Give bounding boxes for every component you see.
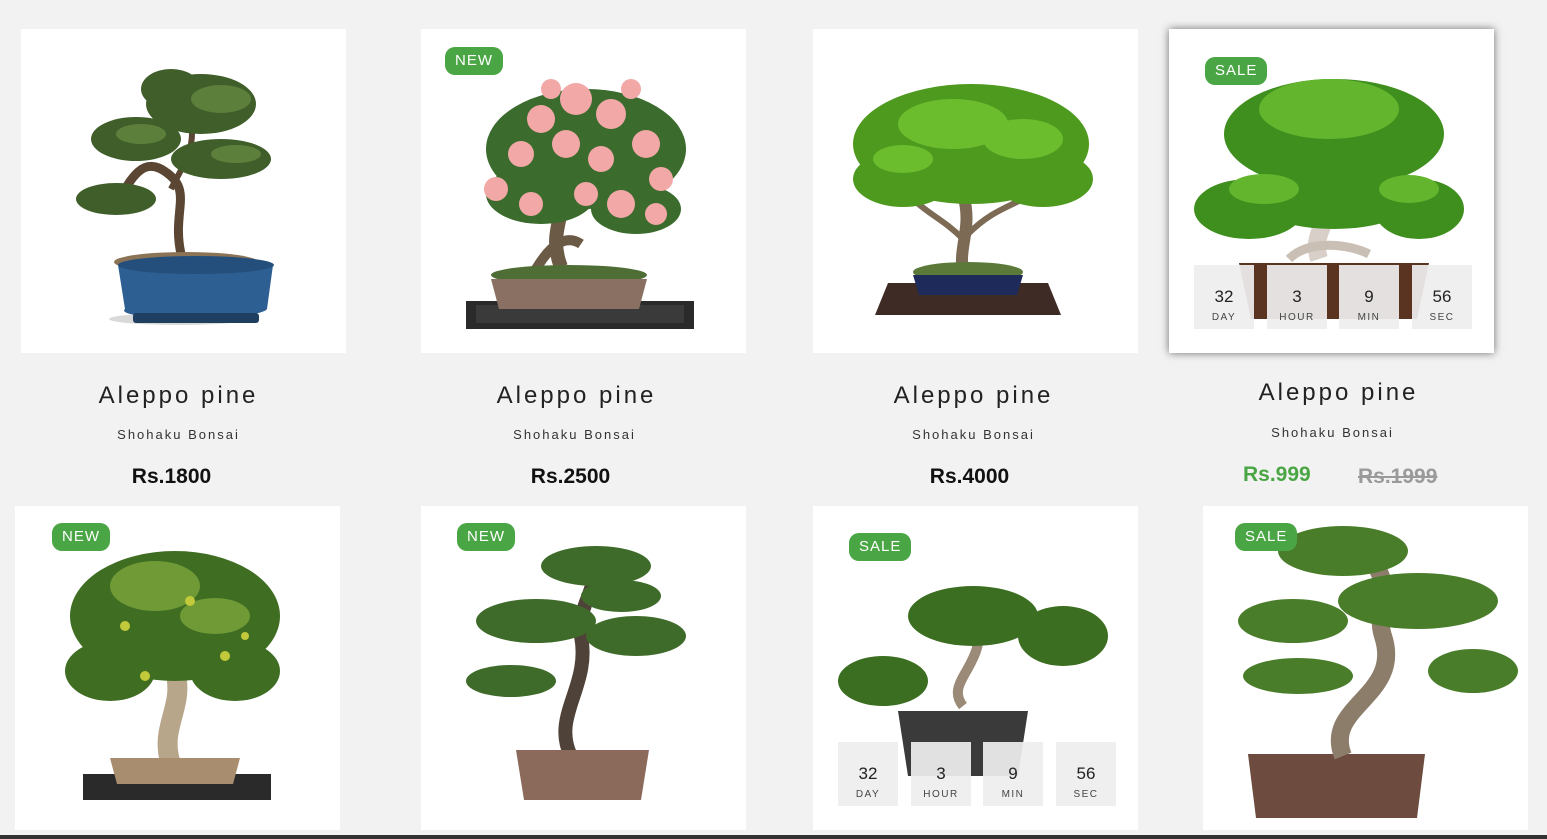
product-image-8[interactable]: SALE [1203, 506, 1528, 830]
sale-badge: SALE [849, 533, 912, 561]
countdown-day-value: 32 [858, 764, 878, 783]
product-brand-4: Shohaku Bonsai [1271, 425, 1394, 440]
sale-badge: SALE [1205, 57, 1268, 85]
countdown-min-label: MIN [1001, 789, 1025, 800]
new-badge: NEW [52, 523, 110, 551]
product-brand-2: Shohaku Bonsai [513, 427, 636, 442]
product-image-6[interactable]: NEW [421, 506, 746, 830]
bonsai-juniper-tall-icon [1238, 526, 1518, 818]
bonsai-ficus-icon [65, 551, 280, 800]
countdown-min-value: 9 [1364, 287, 1374, 306]
product-title-2[interactable]: Aleppo pine [414, 382, 739, 410]
product-title-4[interactable]: Aleppo pine [1176, 379, 1501, 407]
product-price-3: Rs.4000 [929, 465, 1010, 488]
countdown-hour-value: 3 [1292, 287, 1302, 306]
product-image-4[interactable]: SALE 32 DAY 3 HOUR 9 MIN 56 SEC [1169, 29, 1494, 353]
new-badge: NEW [457, 523, 515, 551]
countdown-day-label: DAY [855, 789, 881, 800]
product-image-5[interactable]: NEW [15, 506, 340, 830]
sale-badge: SALE [1235, 523, 1298, 551]
product-image-1[interactable] [21, 29, 346, 353]
product-image-7[interactable]: SALE 32 DAY 3 HOUR 9 MIN 56 SEC [813, 506, 1138, 830]
countdown-day: 32 DAY [1194, 265, 1254, 329]
countdown-sec-label: SEC [1073, 789, 1099, 800]
countdown-hour: 3 HOUR [1267, 265, 1327, 329]
countdown-hour-label: HOUR [1279, 312, 1315, 323]
new-badge: NEW [445, 47, 503, 75]
page-bottom-divider [0, 835, 1547, 839]
countdown-sec-value: 56 [1432, 287, 1452, 306]
countdown-day: 32 DAY [838, 742, 898, 806]
product-price-1: Rs.1800 [131, 465, 212, 488]
countdown-sec: 56 SEC [1412, 265, 1472, 329]
product-image-3[interactable] [813, 29, 1138, 353]
countdown-min: 9 MIN [1339, 265, 1399, 329]
countdown-min: 9 MIN [983, 742, 1043, 806]
countdown-min-label: MIN [1357, 312, 1381, 323]
countdown-day-value: 32 [1214, 287, 1234, 306]
countdown-sec-value: 56 [1076, 764, 1096, 783]
countdown-hour-value: 3 [936, 764, 946, 783]
product-price-2: Rs.2500 [530, 465, 611, 488]
product-title-1[interactable]: Aleppo pine [16, 382, 341, 410]
bonsai-pine-blue-pot-icon [76, 69, 274, 325]
product-brand-1: Shohaku Bonsai [117, 427, 240, 442]
countdown-sec-label: SEC [1429, 312, 1455, 323]
countdown-min-value: 9 [1008, 764, 1018, 783]
bonsai-azalea-icon [466, 79, 694, 329]
product-brand-3: Shohaku Bonsai [912, 427, 1035, 442]
product-sale-price-4: Rs.999 [1243, 463, 1311, 486]
bonsai-maple-icon [853, 84, 1093, 315]
product-title-3[interactable]: Aleppo pine [811, 382, 1136, 410]
bonsai-black-pine-icon [466, 546, 686, 800]
countdown-hour: 3 HOUR [911, 742, 971, 806]
countdown-hour-label: HOUR [923, 789, 959, 800]
countdown-sec: 56 SEC [1056, 742, 1116, 806]
countdown-day-label: DAY [1211, 312, 1237, 323]
product-old-price-4: Rs.1999 [1358, 465, 1438, 488]
product-image-2[interactable]: NEW [421, 29, 746, 353]
